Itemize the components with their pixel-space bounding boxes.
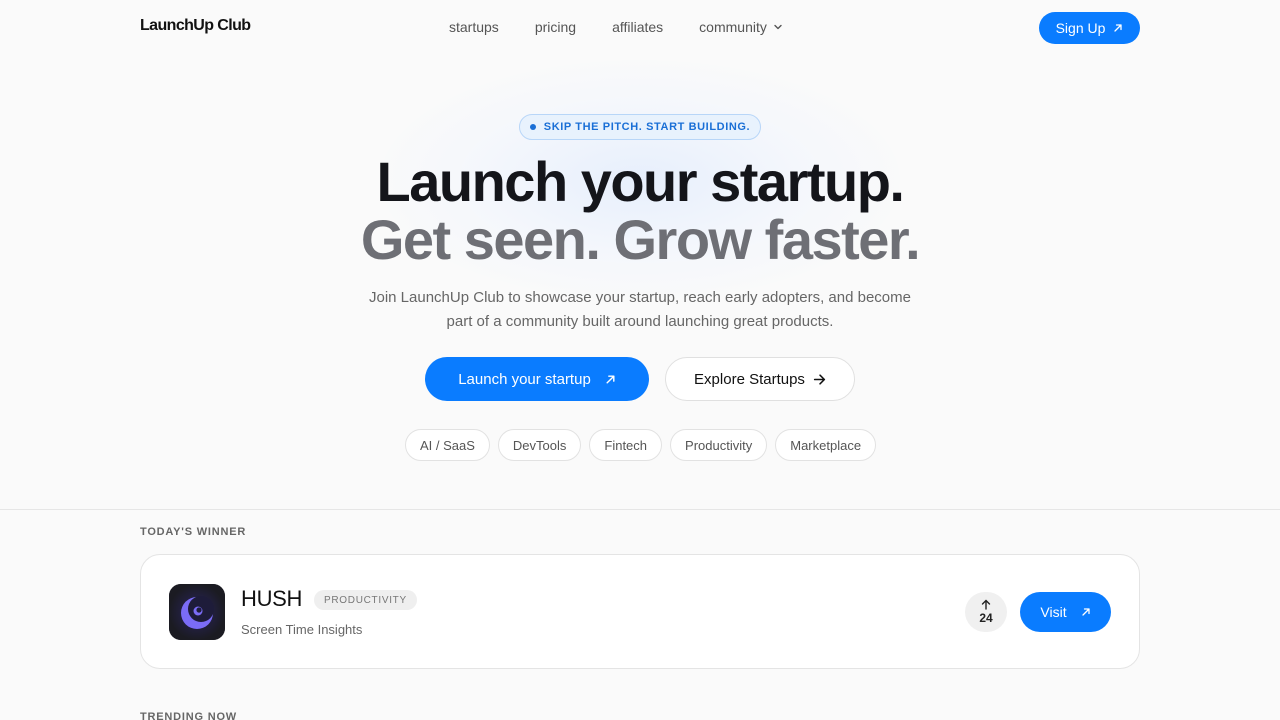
moon-logo-icon: [169, 584, 225, 640]
arrow-up-icon: [981, 599, 991, 610]
arrow-up-right-icon: [606, 374, 615, 384]
badge-dot-icon: [529, 124, 536, 130]
hero-description: Join LaunchUp Club to showcase your star…: [369, 289, 911, 330]
signup-button[interactable]: Sign Up: [1039, 12, 1140, 44]
app-category-tag: PRODUCTIVITY: [314, 590, 417, 610]
hush-app-icon: [169, 584, 225, 640]
chevron-down-icon: [774, 24, 782, 30]
vote-count: 24: [979, 611, 993, 625]
explore-startups-button-label: Explore Startups: [694, 370, 805, 388]
hero-badge: SKIP THE PITCH. START BUILDING.: [519, 114, 761, 140]
app-name[interactable]: HUSH: [241, 586, 302, 612]
nav-link-pricing[interactable]: pricing: [535, 19, 576, 35]
category-chips: AI / SaaS DevTools Fintech Productivity …: [405, 429, 877, 461]
section-divider: [0, 509, 1280, 510]
upvote-button[interactable]: 24: [965, 592, 1007, 632]
todays-winner-label: TODAY'S WINNER: [140, 526, 247, 538]
visit-button[interactable]: Visit: [1020, 592, 1111, 632]
launch-startup-button-label: Launch your startup: [458, 370, 591, 388]
arrow-up-right-icon: [1114, 24, 1123, 32]
explore-startups-button[interactable]: Explore Startups: [665, 357, 855, 401]
logo[interactable]: LaunchUp Club: [140, 17, 251, 35]
hero-title: Launch your startup.: [376, 150, 905, 213]
category-chip-devtools[interactable]: DevTools: [497, 429, 582, 461]
nav-link-community-label: community: [699, 19, 767, 35]
category-chip-productivity[interactable]: Productivity: [670, 429, 768, 461]
category-chip-marketplace[interactable]: Marketplace: [775, 429, 877, 461]
trending-now-label: TRENDING NOW: [140, 711, 237, 720]
launch-startup-button[interactable]: Launch your startup: [425, 357, 649, 401]
top-nav: LaunchUp Club startups pricing affiliate…: [0, 0, 1280, 56]
nav-link-startups[interactable]: startups: [449, 19, 499, 35]
signup-button-label: Sign Up: [1055, 20, 1106, 36]
category-chip-fintech[interactable]: Fintech: [589, 429, 663, 461]
app-tagline: Screen Time Insights: [241, 622, 363, 637]
category-chip-ai-saas[interactable]: AI / SaaS: [405, 429, 490, 461]
hero-subtitle: Get seen. Grow faster.: [360, 208, 921, 271]
visit-button-label: Visit: [1040, 604, 1067, 620]
nav-link-affiliates[interactable]: affiliates: [612, 19, 663, 35]
hero-badge-label: SKIP THE PITCH. START BUILDING.: [543, 121, 751, 133]
nav-link-community[interactable]: community: [699, 19, 783, 35]
nav-links: startups pricing affiliates community: [449, 19, 783, 35]
arrow-right-icon: [813, 373, 826, 385]
winner-card[interactable]: HUSH PRODUCTIVITY Screen Time Insights 2…: [140, 554, 1140, 669]
arrow-up-right-icon: [1081, 608, 1090, 616]
